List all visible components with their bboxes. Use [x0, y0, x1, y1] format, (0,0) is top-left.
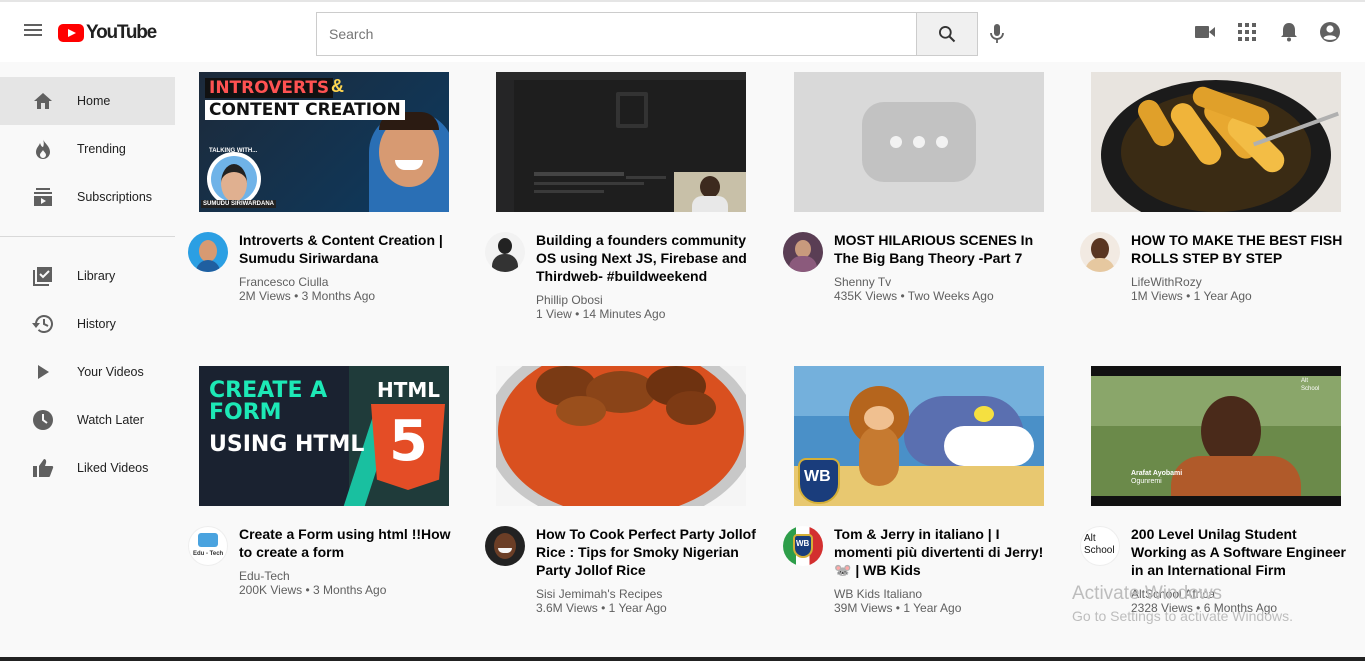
- top-bar: YouTube: [0, 0, 1365, 62]
- history-icon: [31, 312, 55, 336]
- clock-icon: [31, 408, 55, 432]
- video-thumbnail[interactable]: WB: [794, 366, 1044, 506]
- sidebar-item-label: Home: [77, 94, 111, 108]
- thumbnail-text: FORM: [209, 400, 282, 425]
- sidebar-item-subscriptions[interactable]: Subscriptions: [0, 173, 175, 221]
- channel-avatar[interactable]: WB: [783, 526, 823, 566]
- video-thumbnail[interactable]: [496, 72, 746, 212]
- logo-text: YouTube: [86, 22, 157, 43]
- video-stats: 1M Views • 1 Year Ago: [1131, 289, 1252, 303]
- thumbnail-text: SUMUDU SIRIWARDANA: [201, 200, 276, 208]
- video-stats: 39M Views • 1 Year Ago: [834, 601, 962, 615]
- home-icon: [31, 89, 55, 113]
- sidebar-item-label: Watch Later: [77, 413, 144, 427]
- video-title[interactable]: How To Cook Perfect Party Jollof Rice : …: [536, 525, 758, 579]
- thumbnail-text: Ogunremi: [1131, 478, 1162, 485]
- sidebar-item-label: Trending: [77, 142, 126, 156]
- video-title[interactable]: HOW TO MAKE THE BEST FISH ROLLS STEP BY …: [1131, 231, 1353, 267]
- activate-windows-watermark: Activate Windows: [1072, 583, 1222, 604]
- channel-avatar-text: School: [1084, 545, 1115, 556]
- activate-windows-subtext: Go to Settings to activate Windows.: [1072, 608, 1293, 624]
- thumbnail-text: School: [1301, 386, 1320, 392]
- channel-avatar[interactable]: [1080, 232, 1120, 272]
- sidebar-item-label: Your Videos: [77, 365, 144, 379]
- video-stats: 435K Views • Two Weeks Ago: [834, 289, 994, 303]
- channel-avatar[interactable]: [783, 232, 823, 272]
- thumbnail-text: &: [331, 76, 344, 96]
- sidebar-item-label: Subscriptions: [77, 190, 153, 204]
- sidebar-item-history[interactable]: History: [0, 300, 175, 348]
- video-stats: 3.6M Views • 1 Year Ago: [536, 601, 667, 615]
- thumbnail-text: USING HTML: [209, 432, 365, 457]
- channel-name[interactable]: Phillip Obosi: [536, 293, 758, 307]
- youtube-logo[interactable]: YouTube: [58, 22, 157, 43]
- channel-name[interactable]: Shenny Tv: [834, 275, 1056, 289]
- video-thumbnail[interactable]: [794, 72, 1044, 212]
- channel-avatar[interactable]: [188, 232, 228, 272]
- microphone-icon[interactable]: [986, 22, 1008, 46]
- sidebar-item-label: Liked Videos: [77, 461, 149, 475]
- sidebar-item-home[interactable]: Home: [0, 77, 175, 125]
- notifications-bell-icon[interactable]: [1277, 20, 1301, 44]
- video-title[interactable]: 200 Level Unilag Student Working as A So…: [1131, 525, 1353, 579]
- video-title[interactable]: Building a founders community OS using N…: [536, 231, 758, 285]
- channel-avatar-text: Edu - Tech: [193, 551, 224, 557]
- channel-avatar[interactable]: Alt School: [1080, 526, 1120, 566]
- subscriptions-icon: [31, 185, 55, 209]
- channel-avatar[interactable]: [485, 232, 525, 272]
- video-stats: 1 View • 14 Minutes Ago: [536, 307, 666, 321]
- fire-icon: [31, 137, 55, 161]
- video-stats: 200K Views • 3 Months Ago: [239, 583, 387, 597]
- video-title[interactable]: MOST HILARIOUS SCENES In The Big Bang Th…: [834, 231, 1056, 267]
- channel-avatar-text: WB: [796, 539, 810, 548]
- thumbnail-text: 5: [389, 409, 428, 474]
- video-title[interactable]: Tom & Jerry in italiano | I momenti più …: [834, 525, 1056, 579]
- video-thumbnail[interactable]: Alt School Arafat Ayobami Ogunremi: [1091, 366, 1341, 506]
- video-thumbnail[interactable]: INTROVERTS & CONTENT CREATION TALKING WI…: [199, 72, 449, 212]
- channel-avatar-text: Alt: [1084, 533, 1096, 544]
- sidebar-item-library[interactable]: Library: [0, 252, 175, 300]
- channel-avatar[interactable]: Edu - Tech: [188, 526, 228, 566]
- sidebar-item-label: Library: [77, 269, 116, 283]
- youtube-play-logo-icon: [58, 24, 84, 42]
- thumbnail-text: HTML: [377, 378, 441, 402]
- sidebar-item-your-videos[interactable]: Your Videos: [0, 348, 175, 396]
- wb-logo-text: WB: [804, 468, 831, 485]
- search-input[interactable]: [316, 12, 917, 56]
- account-avatar-icon[interactable]: [1318, 20, 1342, 44]
- thumbs-up-icon: [31, 456, 55, 480]
- thumbnail-text: CONTENT CREATION: [205, 100, 405, 120]
- channel-name[interactable]: LifeWithRozy: [1131, 275, 1353, 289]
- channel-name[interactable]: WB Kids Italiano: [834, 587, 1056, 601]
- sidebar: Home Trending Subscriptions Library Hist…: [0, 62, 175, 492]
- channel-name[interactable]: Francesco Ciulla: [239, 275, 461, 289]
- thumbnail-text: Alt: [1301, 378, 1309, 384]
- channel-name[interactable]: Edu-Tech: [239, 569, 461, 583]
- video-title[interactable]: Introverts & Content Creation | Sumudu S…: [239, 231, 461, 267]
- video-stats: 2M Views • 3 Months Ago: [239, 289, 376, 303]
- hamburger-menu-icon[interactable]: [22, 21, 44, 43]
- video-title[interactable]: Create a Form using html !!How to create…: [239, 525, 461, 561]
- play-icon: [31, 360, 55, 384]
- library-icon: [31, 264, 55, 288]
- thumbnail-text: Arafat Ayobami: [1131, 470, 1183, 477]
- search-button[interactable]: [916, 12, 978, 56]
- create-video-icon[interactable]: [1193, 20, 1217, 44]
- sidebar-item-liked-videos[interactable]: Liked Videos: [0, 444, 175, 492]
- video-thumbnail[interactable]: CREATE A FORM USING HTML HTML 5: [199, 366, 449, 506]
- sidebar-item-label: History: [77, 317, 116, 331]
- search-icon: [939, 26, 956, 43]
- sidebar-item-watch-later[interactable]: Watch Later: [0, 396, 175, 444]
- video-thumbnail[interactable]: [1091, 72, 1341, 212]
- sidebar-item-trending[interactable]: Trending: [0, 125, 175, 173]
- apps-grid-icon[interactable]: [1235, 20, 1259, 44]
- video-thumbnail[interactable]: [496, 366, 746, 506]
- sidebar-divider: [0, 236, 175, 237]
- channel-name[interactable]: Sisi Jemimah's Recipes: [536, 587, 758, 601]
- taskbar-edge: [0, 657, 1365, 661]
- thumbnail-text: INTROVERTS: [205, 78, 334, 98]
- channel-avatar[interactable]: [485, 526, 525, 566]
